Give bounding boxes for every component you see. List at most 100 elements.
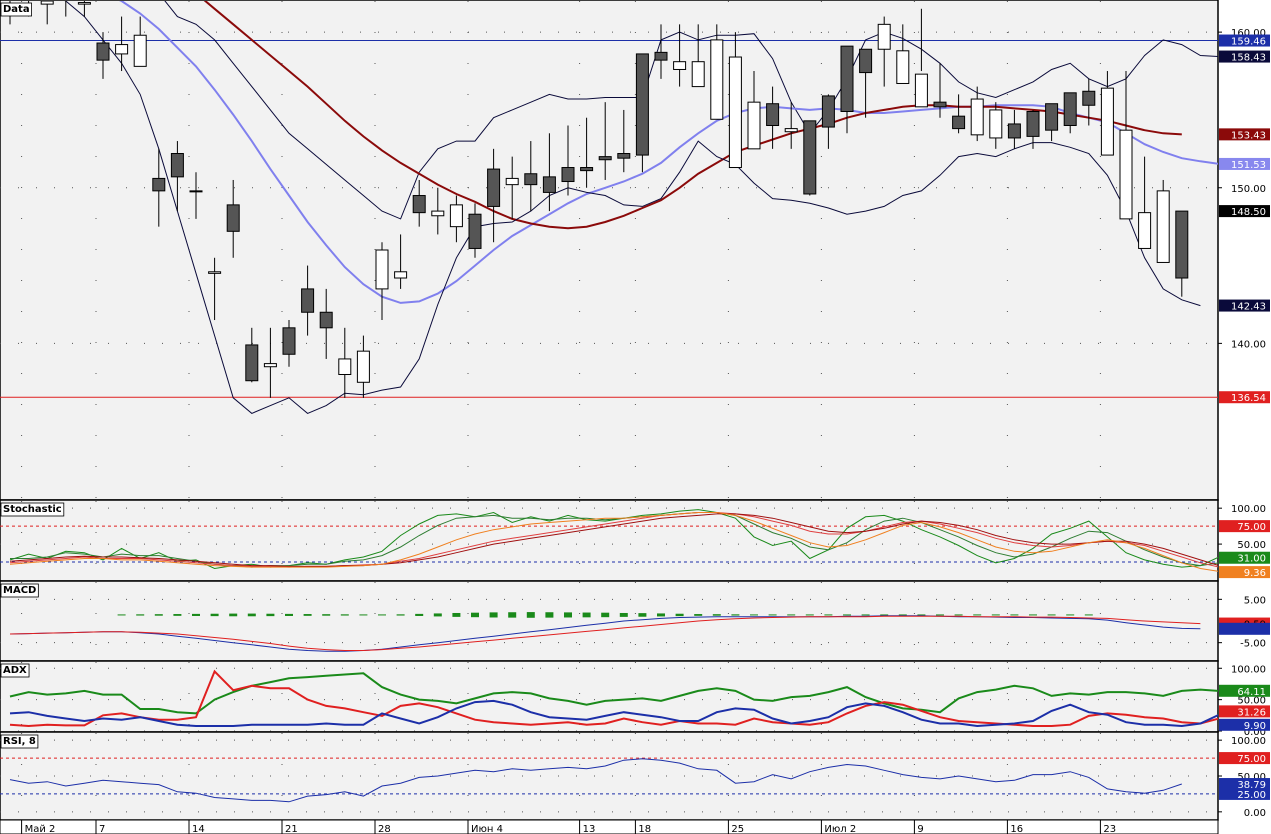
- value-tag-label: 31.26: [1237, 707, 1266, 718]
- value-tag-label: 148.50: [1231, 207, 1266, 218]
- time-axis-label: 7: [99, 824, 105, 834]
- pane-rsi[interactable]: 100.0050.000.0075.0038.7925.00RSI, 8: [0, 731, 1270, 821]
- pane-adx[interactable]: 100.0050.000.0064.1131.269.90ADX: [0, 660, 1271, 738]
- candle-body: [1026, 110, 1040, 137]
- time-axis-label: 23: [1103, 824, 1116, 834]
- value-tag: 75.00: [1219, 520, 1270, 533]
- axis-tick-label: 100.00: [1231, 736, 1266, 747]
- macd-histogram-bar: [489, 612, 498, 618]
- candle[interactable]: [635, 53, 649, 173]
- candle-body: [449, 204, 463, 228]
- value-tag-label: 158.43: [1231, 53, 1266, 64]
- axis-tick-label: -5.00: [1240, 639, 1266, 650]
- time-axis-label: 9: [917, 824, 923, 834]
- candle-body: [263, 363, 277, 368]
- macd-histogram-bar: [564, 612, 572, 618]
- candle-body: [970, 98, 984, 136]
- candle-body: [877, 23, 891, 50]
- candle-body: [133, 34, 147, 67]
- candle-body: [356, 350, 370, 383]
- panes-layer: 160.00150.00140.00159.46158.43153.43151.…: [0, 0, 1271, 821]
- candle-body: [487, 168, 501, 207]
- candle-body: [766, 103, 780, 127]
- macd-histogram-bar: [229, 613, 238, 617]
- time-axis-label: 16: [1010, 824, 1023, 834]
- candle[interactable]: [1156, 179, 1170, 263]
- macd-histogram-bar: [359, 614, 368, 616]
- candle-body: [710, 39, 724, 120]
- candle-body: [952, 115, 966, 130]
- candle-body: [1045, 103, 1059, 131]
- candle-body: [412, 195, 426, 214]
- macd-histogram-bar: [954, 614, 963, 616]
- time-axis-label: 14: [192, 824, 205, 834]
- candle[interactable]: [803, 120, 817, 196]
- time-axis-label: 13: [583, 824, 596, 834]
- pane-adx-background: [0, 660, 1219, 733]
- macd-histogram-bar: [712, 614, 721, 616]
- pane-stochastic[interactable]: 100.00 50.00 75.00 31.00 9.36 Stochastic: [0, 499, 1270, 582]
- macd-histogram-bar: [991, 614, 1000, 616]
- candle-body: [896, 50, 910, 84]
- macd-histogram-bar: [787, 614, 796, 616]
- macd-histogram-bar: [1029, 614, 1037, 616]
- macd-histogram-bar: [303, 614, 312, 616]
- axis-tick-label: 0.00: [1244, 808, 1266, 819]
- time-axis[interactable]: Май 2 7 14 21 28 Июн 4 13 18 25 Июл 2 9 16 23: [0, 819, 1219, 834]
- value-tag: 153.43: [1219, 128, 1270, 141]
- candle-body: [635, 53, 649, 156]
- macd-histogram-bar: [936, 614, 944, 616]
- candle-body: [859, 48, 873, 74]
- candle-body: [617, 153, 631, 159]
- macd-histogram-bar: [694, 614, 703, 616]
- candle-body: [468, 213, 482, 249]
- macd-histogram-bar: [768, 614, 777, 616]
- macd-histogram-bar: [545, 612, 554, 618]
- candle-body: [245, 344, 259, 382]
- candle-body: [784, 128, 798, 133]
- candle-body: [580, 167, 594, 172]
- candle-body: [189, 190, 203, 193]
- macd-histogram-bar: [675, 613, 684, 617]
- value-tag: 25.00: [1219, 787, 1270, 801]
- candle-body: [226, 204, 240, 232]
- time-axis-label: 21: [285, 824, 298, 834]
- value-tag-label: 64.11: [1237, 687, 1266, 698]
- value-tag-label: 136.54: [1231, 393, 1266, 404]
- candle-body: [1007, 123, 1021, 139]
- pane-stochastic-title: Stochastic: [3, 504, 62, 515]
- trading-chart[interactable]: 16 0.00 150.00 140.00 159.46 158.43 153.43 151.…: [0, 0, 1271, 834]
- candle-body: [542, 176, 556, 193]
- candle-body: [282, 327, 296, 355]
- candle-body: [803, 120, 817, 195]
- macd-histogram-bar: [340, 614, 349, 616]
- value-tag-label: 9.36: [1244, 568, 1266, 579]
- macd-histogram-bar: [415, 613, 424, 616]
- value-tag: 159.46: [1219, 34, 1270, 48]
- macd-histogram-bar: [247, 613, 256, 617]
- macd-histogram-bar: [136, 614, 145, 616]
- pane-adx-title: ADX: [3, 665, 27, 676]
- time-axis-label: Май 2: [25, 824, 56, 834]
- candle-body: [1100, 87, 1114, 156]
- pane-macd[interactable]: 5.00-5.00-0.59MACD: [0, 580, 1270, 662]
- candle-body: [1082, 90, 1096, 106]
- macd-histogram-bar: [917, 614, 926, 616]
- candle-body: [1063, 92, 1077, 126]
- value-tag: 158.43: [1219, 50, 1270, 64]
- macd-histogram-bar: [508, 612, 517, 618]
- candle-body: [840, 45, 854, 112]
- value-tag: 9.90: [1219, 718, 1270, 732]
- candle-body: [319, 311, 333, 329]
- value-tag-box: [1219, 622, 1270, 635]
- macd-histogram-bar: [601, 612, 610, 618]
- candle-body: [77, 2, 91, 5]
- candle-body: [208, 271, 222, 274]
- candle-body: [524, 173, 538, 186]
- axis-tick-label: 100.00: [1231, 504, 1266, 515]
- macd-histogram-bar: [731, 614, 740, 616]
- pane-macd-background: [0, 580, 1219, 662]
- pane-price[interactable]: 160.00150.00140.00159.46158.43153.43151.…: [0, 0, 1270, 501]
- macd-histogram-bar: [880, 614, 889, 616]
- macd-histogram-bar: [173, 614, 182, 616]
